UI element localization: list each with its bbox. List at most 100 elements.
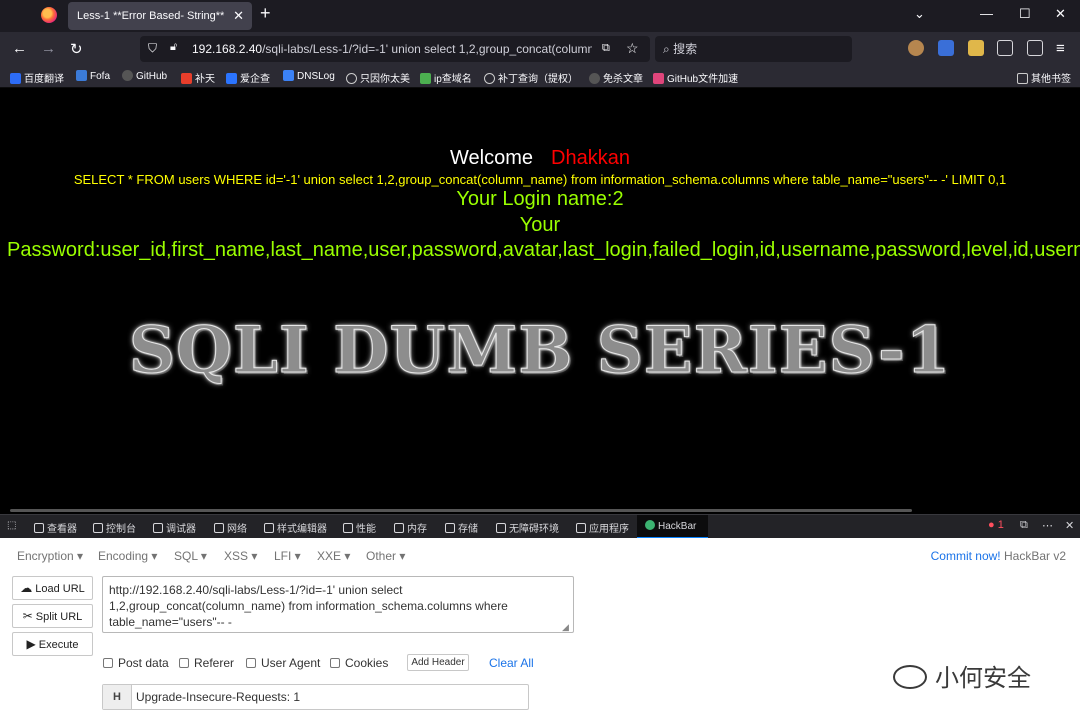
title-bar: Less-1 **Error Based- String** ✕ + ⌄ — ☐…	[0, 0, 1080, 32]
tab-accessibility[interactable]: 无障碍环境	[496, 520, 559, 535]
bookmark-baidu-translate[interactable]: 百度翻译	[10, 70, 64, 85]
forward-icon[interactable]: →	[41, 40, 56, 57]
bookmark-zhiyin[interactable]: 只因你太美	[346, 70, 410, 85]
split-url-button[interactable]: ✂ Split URL	[12, 604, 93, 628]
shield-icon[interactable]: ⛉	[148, 41, 157, 56]
bookmark-github[interactable]: GitHub	[122, 70, 167, 82]
header-value[interactable]: Upgrade-Insecure-Requests: 1	[136, 690, 300, 704]
login-name-text: Your Login name:2	[456, 188, 624, 210]
tab-storage[interactable]: 存储	[445, 520, 478, 535]
add-header-button[interactable]: Add Header	[407, 654, 469, 671]
user-agent-checkbox[interactable]: User Agent	[246, 656, 320, 670]
tab-style-editor[interactable]: 样式编辑器	[264, 520, 327, 535]
error-count-badge[interactable]: ● 1	[988, 519, 1004, 531]
tab-memory[interactable]: 内存	[394, 520, 427, 535]
dock-icon[interactable]: ⧉	[1020, 519, 1028, 532]
menu-lfi[interactable]: LFI ▾	[274, 549, 301, 563]
bookmark-icon	[226, 73, 237, 84]
play-icon: ▶	[26, 637, 36, 651]
url-textarea[interactable]: http://192.168.2.40/sqli-labs/Less-1/?id…	[102, 576, 574, 633]
bookmark-fofa[interactable]: Fofa	[76, 70, 110, 82]
maximize-icon[interactable]: ☐	[1019, 6, 1031, 22]
menu-other[interactable]: Other ▾	[366, 549, 405, 563]
bookmark-github-accel[interactable]: GitHub文件加速	[653, 70, 738, 85]
commit-text: Commit now! HackBar v2	[930, 549, 1066, 563]
github-icon	[589, 73, 600, 84]
tab-debugger[interactable]: 调试器	[153, 520, 196, 535]
insecure-lock-icon[interactable]: 🔓︎	[170, 41, 177, 54]
referer-checkbox[interactable]: Referer	[179, 656, 234, 670]
close-window-icon[interactable]: ✕	[1055, 6, 1066, 22]
sqli-dumb-series-banner: SQLI DUMB SERIES-1	[128, 313, 952, 389]
bookmark-butian[interactable]: 补天	[181, 70, 215, 85]
cookies-checkbox[interactable]: Cookies	[330, 656, 388, 670]
burp-extension-icon[interactable]	[968, 40, 984, 56]
password-text: Password:user_id,first_name,last_name,us…	[7, 239, 1080, 261]
devtools-toolbar: ⬚ 查看器 控制台 调试器 网络 样式编辑器 性能 内存 存储 无障碍环境 应用…	[0, 514, 1080, 539]
tab-application[interactable]: 应用程序	[576, 520, 629, 535]
wechat-icon	[893, 665, 927, 689]
menu-xss[interactable]: XSS ▾	[224, 549, 257, 563]
bookmark-ip-domain[interactable]: ip查域名	[420, 70, 472, 85]
watermark: 小何安全	[893, 658, 1031, 693]
translate-icon[interactable]: ⧉	[602, 42, 610, 55]
tab-inspector[interactable]: 查看器	[34, 520, 77, 535]
address-bar[interactable]: ⛉ 🔓︎ 192.168.2.40/sqli-labs/Less-1/?id=-…	[140, 36, 650, 62]
menu-icon[interactable]: ≡	[1056, 40, 1065, 57]
horizontal-scrollbar[interactable]	[10, 509, 912, 512]
element-picker-icon[interactable]: ⬚	[7, 520, 16, 531]
post-data-checkbox[interactable]: Post data	[103, 656, 169, 670]
bookmark-dnslog[interactable]: DNSLog	[283, 70, 335, 82]
bookmark-patch-query[interactable]: 补丁查询（提权）	[484, 70, 578, 85]
commit-now-link[interactable]: Commit now!	[931, 549, 1001, 563]
menu-encoding[interactable]: Encoding ▾	[98, 549, 157, 563]
search-input[interactable]: ⌕ 搜索	[655, 36, 852, 62]
tab-title: Less-1 **Error Based- String**	[77, 10, 225, 22]
bookmark-icon	[10, 73, 21, 84]
header-row[interactable]: H Upgrade-Insecure-Requests: 1	[102, 684, 529, 710]
tab-close-icon[interactable]: ✕	[233, 2, 244, 30]
globe-icon	[346, 73, 357, 84]
extension-avatar-icon[interactable]	[908, 40, 924, 56]
bookmark-aiqicha[interactable]: 爱企查	[226, 70, 270, 85]
tab-performance[interactable]: 性能	[343, 520, 376, 535]
welcome-line: Welcome Dhakkan	[450, 147, 630, 169]
globe-icon	[484, 73, 495, 84]
menu-encryption[interactable]: Encryption ▾	[17, 549, 83, 563]
reload-icon[interactable]: ↻	[70, 40, 83, 58]
tab-list-icon[interactable]: ⌄	[914, 6, 925, 22]
bookmark-mianshan[interactable]: 免杀文章	[589, 70, 643, 85]
menu-sql[interactable]: SQL ▾	[174, 549, 207, 563]
resize-handle-icon[interactable]: ◢	[562, 622, 569, 633]
navigation-bar: ← → ↻ ⛉ 🔓︎ 192.168.2.40/sqli-labs/Less-1…	[0, 32, 1080, 66]
bookmark-icon	[181, 73, 192, 84]
minimize-icon[interactable]: —	[980, 6, 993, 21]
cloud-download-icon: ☁	[20, 581, 33, 595]
firefox-icon[interactable]	[41, 7, 57, 23]
tab-hackbar[interactable]: HackBar	[637, 515, 708, 539]
tab-network[interactable]: 网络	[214, 520, 247, 535]
username: Dhakkan	[551, 147, 630, 169]
back-icon[interactable]: ←	[12, 40, 27, 57]
more-options-icon[interactable]: ⋯	[1042, 519, 1053, 532]
tab-console[interactable]: 控制台	[93, 520, 136, 535]
load-url-button[interactable]: ☁ Load URL	[12, 576, 93, 600]
close-devtools-icon[interactable]: ✕	[1065, 519, 1074, 532]
bookmark-star-icon[interactable]: ☆	[626, 40, 639, 57]
page-viewport: Welcome Dhakkan SELECT * FROM users WHERE…	[0, 88, 1080, 514]
clear-all-link[interactable]: Clear All	[489, 656, 534, 670]
your-label: Your	[519, 214, 561, 236]
bookmarks-toolbar: 百度翻译 Fofa GitHub 补天 爱企查 DNSLog 只因你太美 ip查…	[0, 66, 1080, 88]
scissors-icon: ✂	[22, 609, 33, 623]
translate-extension-icon[interactable]	[938, 40, 954, 56]
execute-button[interactable]: ▶ Execute	[12, 632, 93, 656]
menu-xxe[interactable]: XXE ▾	[317, 549, 350, 563]
container-icon[interactable]	[997, 40, 1013, 56]
extensions-icon[interactable]	[1027, 40, 1043, 56]
bookmark-icon	[283, 70, 294, 81]
new-tab-button[interactable]: +	[260, 3, 271, 24]
other-bookmarks[interactable]: 其他书签	[1017, 70, 1071, 85]
url-text[interactable]: 192.168.2.40/sqli-labs/Less-1/?id=-1' un…	[192, 42, 592, 56]
bookmark-icon	[653, 73, 664, 84]
tab-less-1[interactable]: Less-1 **Error Based- String** ✕	[68, 2, 252, 30]
